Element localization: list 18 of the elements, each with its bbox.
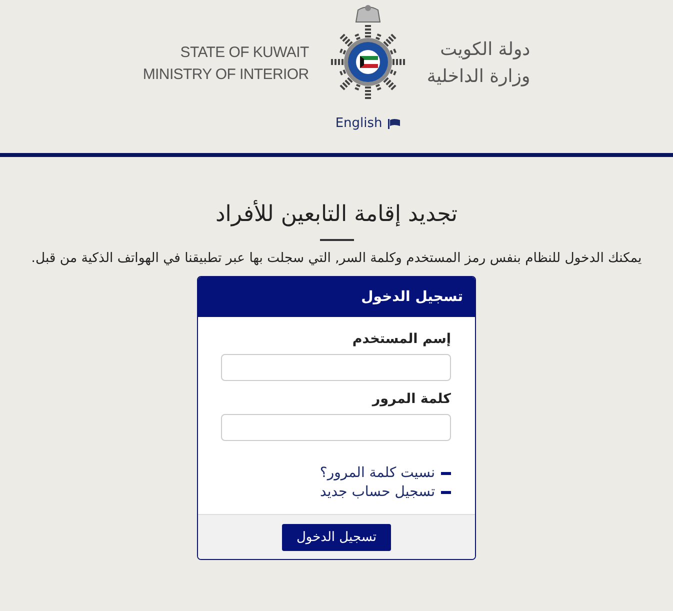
page-title: تجديد إقامة التابعين للأفراد xyxy=(215,199,458,229)
card-link[interactable]: تسجيل حساب جديد xyxy=(320,484,451,500)
ministry-name: STATE OF KUWAIT xyxy=(180,43,309,63)
dash-icon xyxy=(441,490,451,494)
card-link[interactable]: نسيت كلمة المرور؟ xyxy=(320,465,451,481)
flag-icon xyxy=(388,118,400,128)
card-title: تسجيل الدخول xyxy=(361,289,463,305)
dash-icon xyxy=(441,472,451,474)
ministry-name: MINISTRY OF INTERIOR xyxy=(142,65,309,85)
field-label: إسم المستخدم xyxy=(351,331,451,347)
input-field[interactable] xyxy=(221,354,451,381)
intro-text: يمكنك الدخول للنظام بنفس رمز المستخدم وكلمة السر, التي سجلت بها عبر تطبيقنا في الهواتف الذكية من قبل. xyxy=(31,251,642,266)
input-field[interactable] xyxy=(221,414,451,441)
login-button[interactable]: تسجيل الدخول xyxy=(282,524,391,550)
field-label: كلمة المرور xyxy=(370,391,451,407)
ministry-name: وزارة الداخلية xyxy=(426,65,530,89)
language-link[interactable]: English xyxy=(335,116,400,131)
ministry-name: دولة الكويت xyxy=(440,38,530,62)
